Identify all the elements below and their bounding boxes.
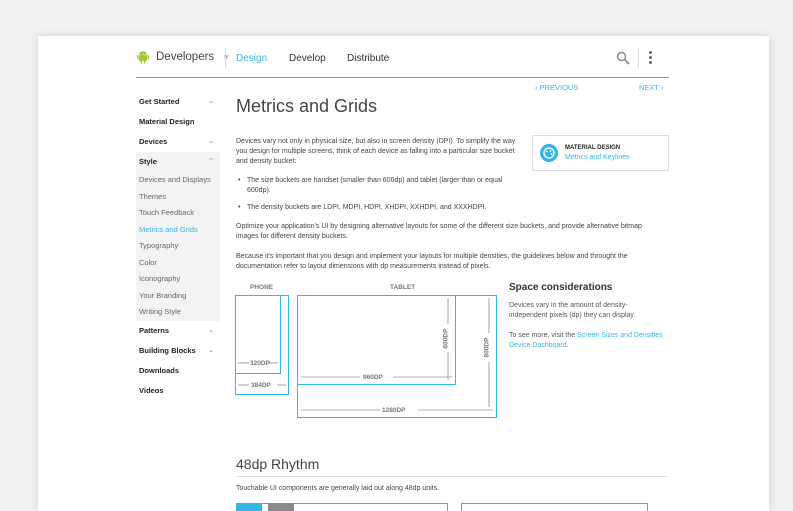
sidebar-item-style[interactable]: Style ⌃ (136, 152, 220, 172)
callout-link[interactable]: Metrics and Keylines (565, 154, 630, 161)
palette-icon (540, 144, 558, 162)
sidebar-item-get-started[interactable]: Get Started ⌄ (136, 92, 220, 112)
space-considerations-heading: Space considerations (509, 282, 613, 293)
sidebar-item-your-branding[interactable]: Your Branding (136, 288, 220, 305)
sidebar-item-downloads[interactable]: Downloads (136, 361, 220, 381)
brand-label: Developers (156, 51, 215, 63)
header-underline (136, 77, 669, 78)
sidebar-item-color[interactable]: Color (136, 255, 220, 272)
next-link[interactable]: NEXT › (639, 83, 663, 92)
sidebar-item-writing-style[interactable]: Writing Style (136, 304, 220, 321)
chevron-down-icon: ▼ (222, 52, 231, 62)
sidebar-item-typography[interactable]: Typography (136, 238, 220, 255)
material-design-callout[interactable]: MATERIAL DESIGN Metrics and Keylines (532, 135, 669, 171)
more-vert-icon[interactable] (649, 51, 652, 65)
brand[interactable]: Developers ▼ (136, 50, 230, 64)
chevron-down-icon: ⌄ (208, 326, 214, 334)
dim-600dp: 600DP (442, 328, 450, 349)
dim-384dp: 384DP (251, 382, 271, 389)
sidebar-item-devices[interactable]: Devices ⌄ (136, 132, 220, 152)
rhythm-heading: 48dp Rhythm (236, 456, 320, 472)
bullet-list: The size buckets are handset (smaller th… (236, 176, 526, 220)
nav-develop[interactable]: Develop (289, 53, 326, 64)
chevron-up-icon: ⌃ (208, 158, 214, 165)
dim-1280dp: 1280DP (382, 407, 406, 414)
sidebar-item-themes[interactable]: Themes (136, 189, 220, 206)
callout-title: MATERIAL DESIGN (565, 145, 621, 151)
sidebar-item-material-design[interactable]: Material Design (136, 112, 220, 132)
chevron-down-icon: ⌄ (208, 138, 214, 145)
sidebar-item-touch-feedback[interactable]: Touch Feedback (136, 205, 220, 222)
page: Developers ▼ Design Develop Distribute G… (38, 36, 769, 511)
dim-800dp: 800DP (483, 337, 491, 358)
space-paragraph: Devices vary in the amount of density-in… (509, 302, 636, 319)
list-item: The size buckets are handset (smaller th… (236, 176, 526, 196)
example-block (236, 503, 262, 511)
previous-link[interactable]: ‹ PREVIOUS (535, 83, 578, 92)
chevron-down-icon: ⌄ (208, 346, 214, 354)
top-bar: Developers ▼ Design Develop Distribute (38, 36, 769, 78)
diagram-svg (235, 295, 497, 418)
chevron-down-icon: ⌄ (208, 98, 214, 105)
sidebar-item-videos[interactable]: Videos (136, 381, 220, 401)
example-avatar (268, 503, 294, 511)
sidebar: Get Started ⌄ Material Design Devices ⌄ St… (136, 92, 220, 401)
intro-paragraph: Devices vary not only in physical size, … (236, 138, 516, 165)
example-frame (461, 503, 648, 511)
divider (225, 48, 226, 68)
device-size-diagram: PHONE TABLET 320DP 384DP 960DP 1280DP 60… (235, 282, 500, 422)
nav-design[interactable]: Design (236, 53, 267, 64)
rhythm-paragraph: Touchable UI components are generally la… (236, 485, 440, 492)
sidebar-item-devices-and-displays[interactable]: Devices and Displays (136, 172, 220, 189)
divider (236, 476, 667, 477)
sidebar-item-iconography[interactable]: Iconography (136, 271, 220, 288)
sidebar-item-patterns[interactable]: Patterns ⌄ (136, 321, 220, 341)
nav-distribute[interactable]: Distribute (347, 53, 389, 64)
page-title: Metrics and Grids (236, 96, 378, 116)
optimize-paragraph: Optimize your application's UI by design… (236, 223, 642, 240)
space-paragraph-link: To see more, visit the Screen Sizes and … (509, 332, 663, 349)
list-item: The density buckets are LDPI, MDPI, HDPI… (236, 203, 526, 213)
dim-320dp: 320DP (250, 360, 270, 367)
divider (638, 48, 639, 68)
dim-960dp: 960DP (363, 374, 383, 381)
android-icon (137, 51, 149, 64)
sidebar-section-style: Style ⌃ Devices and Displays Themes Touch… (136, 152, 220, 321)
search-icon[interactable] (616, 51, 630, 65)
densities-paragraph: Because it's important that you design a… (236, 253, 628, 270)
sidebar-item-metrics-and-grids[interactable]: Metrics and Grids (136, 222, 220, 239)
sidebar-item-building-blocks[interactable]: Building Blocks ⌄ (136, 341, 220, 361)
